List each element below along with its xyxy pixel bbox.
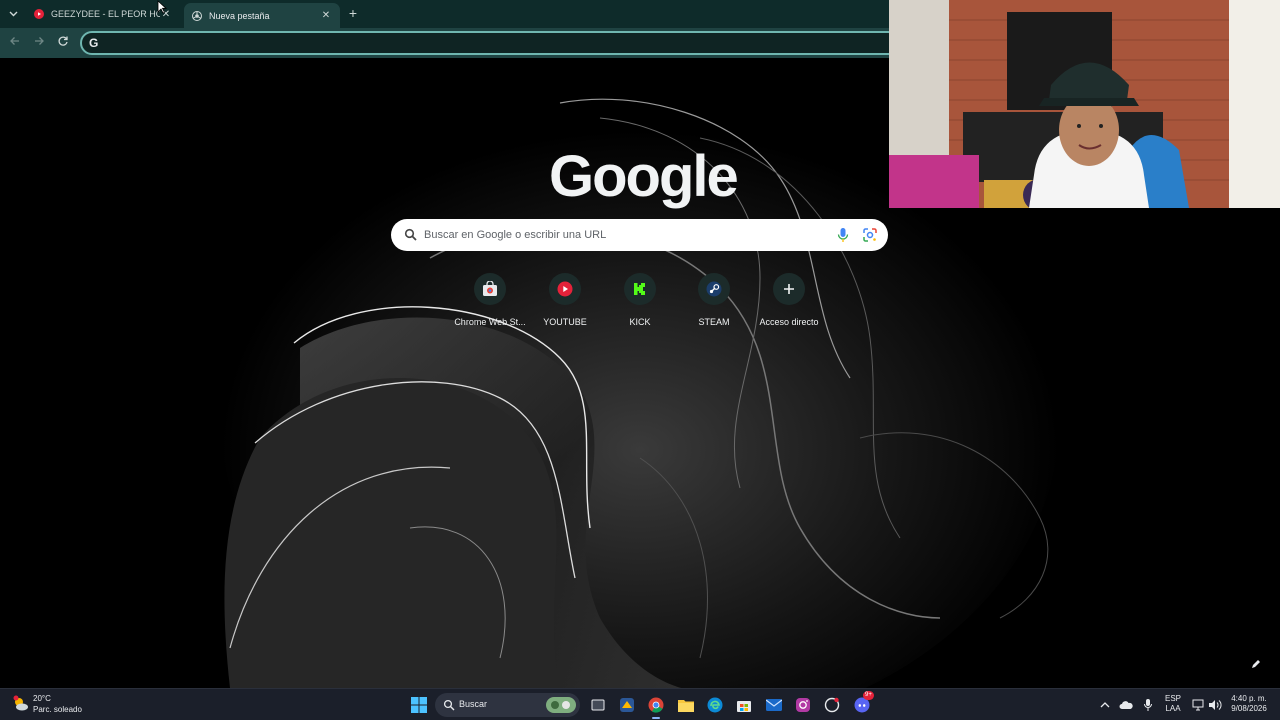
shortcut-icon-bg [773,273,805,305]
arrow-right-icon [35,37,44,45]
chrome-icon [192,10,202,21]
chevron-up-icon [1100,702,1110,708]
search-highlight-icon [546,697,576,713]
windows-taskbar: 20°C Parc. soleado Buscar 9+ ESP LAA 4:4… [0,688,1280,720]
shortcut-icon-bg [624,273,656,305]
taskbar-instagram[interactable] [793,695,813,715]
shortcut-add[interactable]: Acceso directo [752,273,826,327]
tab-search-button[interactable] [4,5,22,23]
clock[interactable]: 4:40 p. m. 9/08/2026 [1226,694,1272,714]
weather-desc: Parc. soleado [33,705,82,714]
reload-icon [58,36,68,46]
microphone-icon[interactable] [836,227,850,243]
chrome-icon [648,697,664,713]
search-icon [404,228,417,241]
taskbar-discord[interactable]: 9+ [852,691,874,715]
taskbar-edge[interactable] [705,695,725,715]
shortcut-label: KICK [629,317,651,327]
chevron-down-icon [9,11,17,17]
language-line1: ESP [1164,694,1181,703]
windows-icon [411,697,427,713]
webcam-image [889,0,1280,208]
back-button[interactable] [7,35,23,51]
tab-strip: GEEZYDEE - EL PEOR HOMBRE ✕ Nueva pestañ… [0,0,889,28]
shortcut-label: Chrome Web St... [454,317,526,327]
customize-button[interactable] [1251,658,1267,674]
forward-button[interactable] [31,35,47,51]
onedrive-tray-icon[interactable] [1116,695,1136,715]
instagram-icon [796,698,810,712]
volume-tray-icon[interactable] [1205,695,1225,715]
shortcut-youtube[interactable]: YOUTUBE [528,273,602,327]
taskbar-app-widget[interactable] [617,695,637,715]
tab-title: GEEZYDEE - EL PEOR HOMBRE [51,9,160,19]
cloud-icon [1119,701,1133,709]
pencil-icon [1252,660,1260,668]
clock-date: 9/08/2026 [1231,704,1267,713]
folder-icon [678,700,694,712]
shortcut-label: Acceso directo [759,317,819,327]
speaker-icon [1209,700,1222,710]
chrome-web-store-icon [483,281,497,296]
steam-icon [706,281,722,297]
weather-temp: 20°C [33,694,51,703]
language-line2: LAA [1165,704,1181,713]
browser-toolbar: G [0,28,900,58]
store-icon [737,701,751,712]
tab-nueva-pestana[interactable]: Nueva pestaña ✕ [184,3,340,28]
mouse-cursor-icon [157,0,167,14]
arrow-left-icon [10,37,19,45]
shortcut-label: STEAM [698,317,730,327]
screen: GEEZYDEE - EL PEOR HOMBRE ✕ Nueva pestañ… [0,0,1280,720]
shortcut-icon-bg [698,273,730,305]
search-icon [443,699,455,711]
webcam-overlay [889,0,1280,208]
shortcut-icon-bg [474,273,506,305]
shortcut-label: YOUTUBE [543,317,587,327]
taskbar-search-label: Buscar [459,699,488,709]
task-view-icon [591,699,605,711]
shortcut-kick[interactable]: KICK [603,273,677,327]
taskbar-file-explorer[interactable] [676,695,696,715]
close-icon[interactable]: ✕ [320,10,332,21]
plus-icon [784,284,794,294]
taskbar-app-circle[interactable] [822,695,842,715]
language-indicator[interactable]: ESP LAA [1163,694,1183,714]
monitor-network-icon [1192,699,1204,711]
show-hidden-icons-button[interactable] [1095,695,1115,715]
kick-icon [634,283,645,295]
shortcut-icon-bg [549,273,581,305]
taskbar-store[interactable] [734,695,754,715]
search-box[interactable]: Buscar en Google o escribir una URL [391,219,888,251]
shortcut-steam[interactable]: STEAM [677,273,751,327]
taskbar-mail[interactable] [764,695,784,715]
address-bar[interactable]: G [80,31,900,55]
new-tab-button[interactable]: + [345,5,361,21]
active-app-indicator [652,717,660,719]
google-lens-icon[interactable] [862,227,878,243]
task-view-button[interactable] [588,695,608,715]
start-button[interactable] [409,695,429,715]
youtube-icon [557,281,573,297]
weather-widget[interactable]: 20°C Parc. soleado [12,693,82,715]
microphone-icon [1144,699,1152,711]
weather-icon [12,695,30,713]
shortcut-chrome-web-store[interactable]: Chrome Web St... [453,273,527,327]
mail-icon [766,699,782,711]
taskbar-chrome[interactable] [646,695,666,715]
app-icon [620,698,634,712]
youtube-icon [34,9,44,19]
google-g-icon: G [89,36,99,50]
tab-title: Nueva pestaña [209,10,270,21]
clock-time: 4:40 p. m. [1231,694,1267,703]
edge-icon [707,697,723,713]
notification-badge: 9+ [863,691,874,700]
microphone-tray-icon[interactable] [1138,695,1158,715]
reload-button[interactable] [55,35,71,51]
search-placeholder: Buscar en Google o escribir una URL [424,229,607,241]
app-icon [824,697,840,713]
google-logo: Google [549,144,739,209]
taskbar-search[interactable]: Buscar [435,693,580,717]
